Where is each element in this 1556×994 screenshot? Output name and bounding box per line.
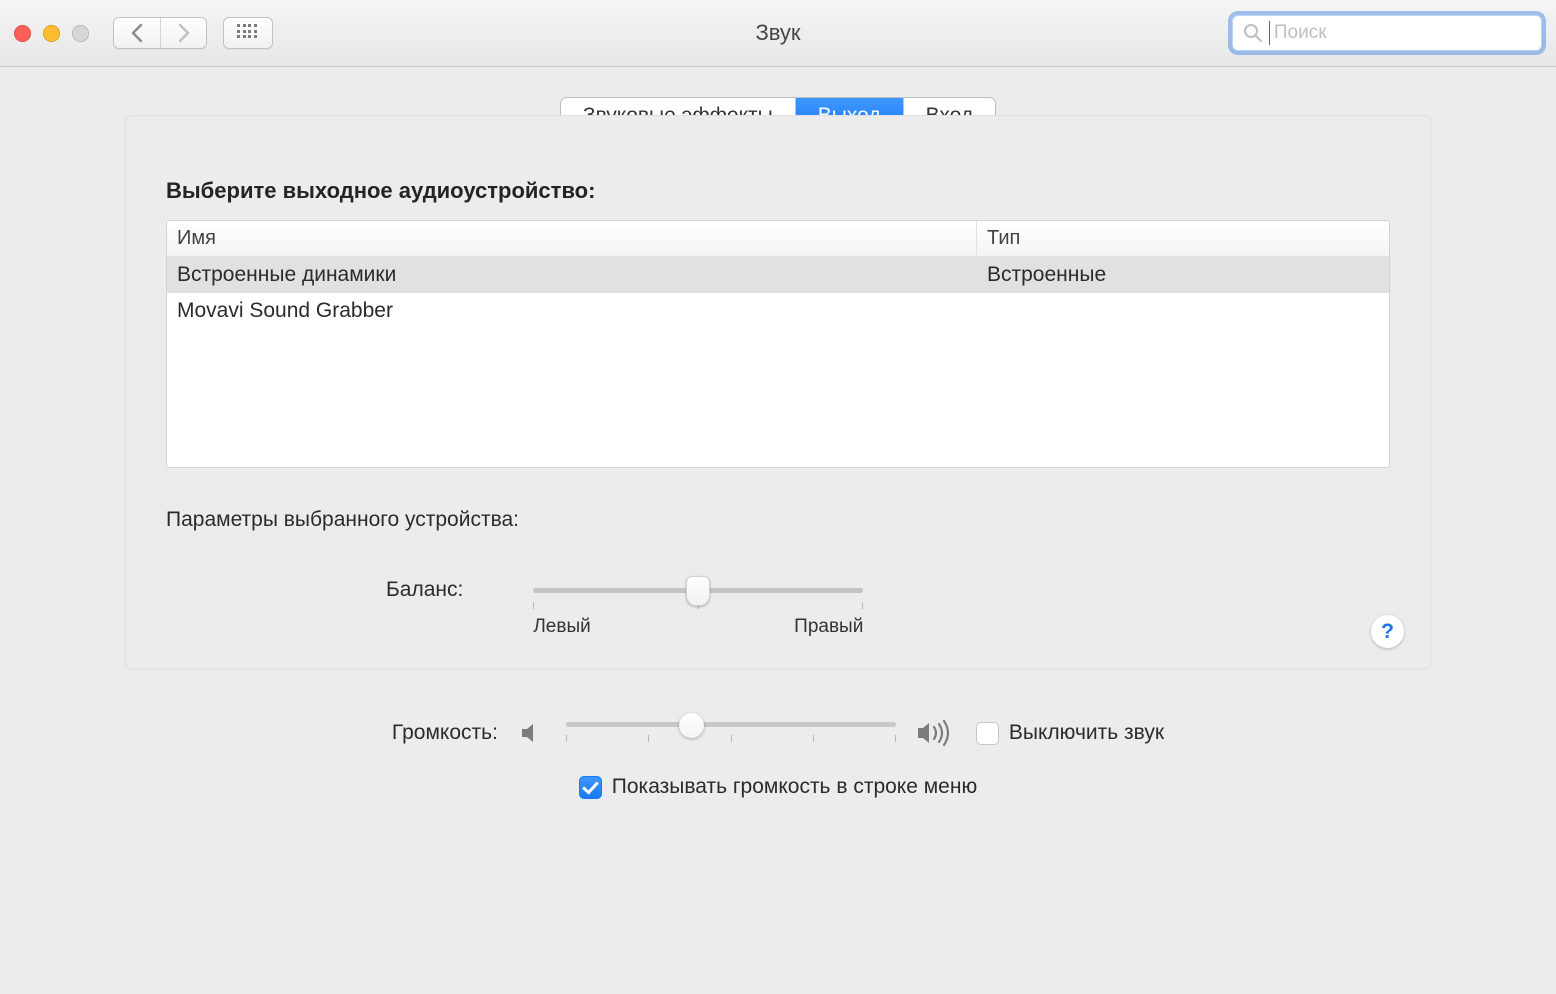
- window-title: Звук: [755, 20, 800, 46]
- toolbar: Звук: [0, 0, 1556, 67]
- mute-checkbox[interactable]: [976, 722, 999, 745]
- slider-thumb[interactable]: [679, 713, 704, 738]
- zoom-window-button[interactable]: [72, 25, 89, 42]
- selected-device-settings-label: Параметры выбранного устройства:: [166, 508, 1390, 532]
- slider-tick: [731, 735, 732, 742]
- grid-icon: [237, 24, 259, 42]
- nav-back-forward: [113, 17, 207, 49]
- slider-tick: [862, 602, 863, 609]
- search-icon: [1243, 23, 1263, 43]
- mute-checkbox-row: Выключить звук: [976, 721, 1164, 745]
- close-window-button[interactable]: [14, 25, 31, 42]
- balance-right-label: Правый: [794, 616, 863, 638]
- slider-tick: [533, 602, 534, 609]
- speaker-low-icon: [518, 719, 546, 747]
- slider-tick: [813, 735, 814, 742]
- show-in-menubar-checkbox[interactable]: [579, 776, 602, 799]
- search-input[interactable]: [1274, 22, 1531, 44]
- slider-tick: [648, 735, 649, 742]
- table-row[interactable]: Встроенные динамики Встроенные: [167, 257, 1389, 293]
- help-button[interactable]: ?: [1371, 615, 1404, 648]
- select-device-heading: Выберите выходное аудиоустройство:: [166, 178, 1390, 204]
- table-header: Имя Тип: [167, 221, 1389, 257]
- table-body: Встроенные динамики Встроенные Movavi So…: [167, 257, 1389, 467]
- balance-left-label: Левый: [533, 616, 590, 638]
- mute-label: Выключить звук: [1009, 721, 1164, 745]
- balance-label: Баланс:: [386, 578, 463, 602]
- cell-name: Movavi Sound Grabber: [167, 293, 977, 329]
- volume-row: Громкость: Выключить звук: [0, 713, 1556, 753]
- show-in-menubar-label: Показывать громкость в строке меню: [612, 775, 977, 799]
- window-controls: [14, 25, 89, 42]
- output-panel: Выберите выходное аудиоустройство: Имя Т…: [125, 115, 1431, 669]
- forward-button[interactable]: [160, 18, 206, 48]
- show-all-button[interactable]: [223, 17, 273, 49]
- content-area: Звуковые эффекты Выход Вход Выберите вых…: [0, 67, 1556, 994]
- minimize-window-button[interactable]: [43, 25, 60, 42]
- search-field[interactable]: [1232, 15, 1542, 51]
- cell-type: Встроенные: [977, 257, 1389, 293]
- text-cursor: [1269, 21, 1270, 45]
- volume-slider[interactable]: [566, 713, 896, 753]
- column-header-name[interactable]: Имя: [167, 221, 977, 256]
- slider-track: [566, 722, 896, 727]
- cell-name: Встроенные динамики: [167, 257, 977, 293]
- table-row[interactable]: Movavi Sound Grabber: [167, 293, 1389, 329]
- column-header-type[interactable]: Тип: [977, 221, 1389, 256]
- device-table: Имя Тип Встроенные динамики Встроенные M…: [166, 220, 1390, 468]
- volume-label: Громкость:: [392, 721, 498, 745]
- slider-thumb[interactable]: [686, 576, 710, 606]
- cell-type: [977, 293, 1389, 329]
- speaker-high-icon: [916, 718, 956, 748]
- balance-slider[interactable]: Левый Правый: [533, 582, 863, 642]
- slider-tick: [566, 735, 567, 742]
- show-in-menubar-row: Показывать громкость в строке меню: [0, 775, 1556, 799]
- balance-row: Баланс: Левый Правый: [166, 582, 1390, 642]
- back-button[interactable]: [114, 18, 160, 48]
- slider-tick: [895, 735, 896, 742]
- slider-labels: Левый Правый: [533, 616, 863, 638]
